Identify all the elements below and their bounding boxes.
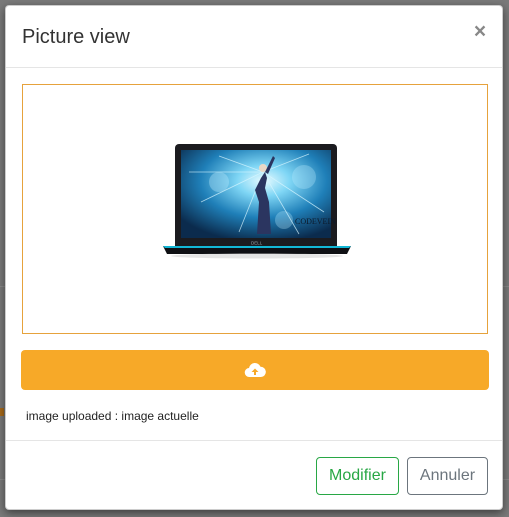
screen-brand-text: CODEVEIN [295, 217, 336, 226]
modify-button[interactable]: Modifier [316, 457, 399, 495]
modal-footer: Modifier Annuler [6, 441, 502, 510]
modal-header: Picture view × [6, 6, 502, 68]
upload-button[interactable] [21, 350, 489, 390]
backdrop-accent [0, 408, 4, 416]
upload-status-text: image uploaded : image actuelle [26, 409, 199, 423]
laptop-image: CODEVEIN DELL [163, 144, 351, 259]
cloud-upload-icon [244, 362, 266, 378]
laptop-logo: DELL [251, 241, 263, 246]
cancel-button[interactable]: Annuler [407, 457, 488, 495]
image-preview: CODEVEIN DELL [22, 84, 488, 334]
picture-view-modal: Picture view × CODEVEIN DELL image uploa… [5, 5, 503, 510]
close-icon[interactable]: × [472, 21, 488, 42]
modal-body: CODEVEIN DELL image uploaded : image act… [6, 68, 502, 441]
modal-title: Picture view [22, 26, 130, 48]
